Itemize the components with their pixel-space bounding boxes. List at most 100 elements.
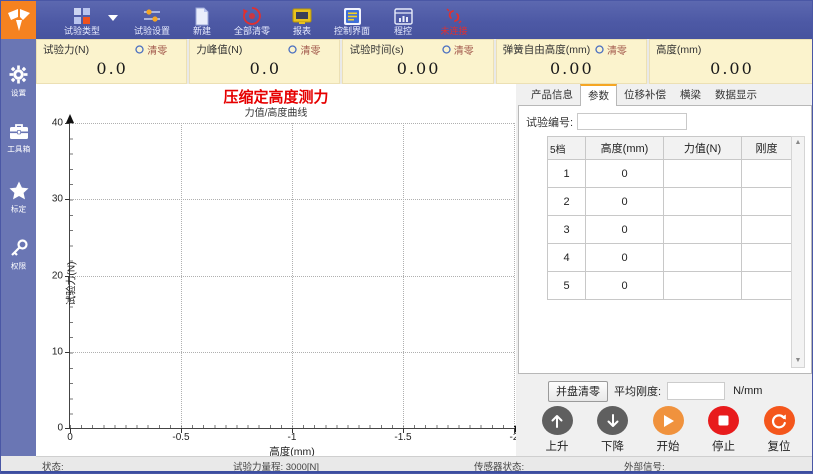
toolbar-program-control-button[interactable]: 程控 — [380, 1, 426, 39]
control-panel-icon — [343, 6, 362, 26]
start-button[interactable]: 开始 — [645, 406, 691, 454]
table-row[interactable]: 10 — [548, 160, 792, 188]
table-header-row: 5档 高度(mm) 力值(N) 刚度 — [548, 137, 792, 160]
toolbar-item-label: 新建 — [193, 26, 211, 37]
table-cell: 4 — [548, 244, 586, 272]
clear-peak-force-button[interactable]: 清零 — [288, 42, 320, 57]
dropdown-caret-icon[interactable] — [108, 15, 118, 21]
metric-label: 试验力(N) — [43, 42, 89, 57]
column-header-force: 力值(N) — [664, 137, 742, 160]
reset-button[interactable]: 复位 — [756, 406, 802, 454]
y-tick — [65, 276, 70, 277]
clear-test-time-button[interactable]: 清零 — [442, 42, 474, 57]
toolbar-test-type-button[interactable]: 试验类型 — [54, 1, 110, 39]
table-cell — [664, 216, 742, 244]
program-control-icon — [394, 6, 413, 26]
move-down-button[interactable]: 下降 — [590, 406, 636, 454]
parameters-panel: 试验编号: 5档 高度(mm) 力值(N) 刚度 1020304050 — [518, 106, 812, 374]
y-tick — [65, 352, 70, 353]
toolbar-new-button[interactable]: 新建 — [180, 1, 224, 39]
x-tick-label: -0.5 — [172, 432, 189, 443]
table-cell — [742, 244, 792, 272]
tab-product-info[interactable]: 产品信息 — [524, 85, 580, 105]
tare-plate-zero-button[interactable]: 并盘清零 — [548, 381, 608, 402]
sidebar-item-settings[interactable]: 设置 — [1, 61, 36, 119]
star-icon — [9, 181, 29, 200]
clear-circle-icon — [288, 45, 297, 54]
plot-area[interactable]: 试验力(N) 高度(mm) 0102030400-0.5-1-1.5-2 — [69, 123, 514, 429]
stop-button[interactable]: 停止 — [701, 406, 747, 454]
metric-value: 0.0 — [196, 56, 334, 82]
test-number-input[interactable] — [577, 113, 687, 130]
toolbar-item-label: 报表 — [293, 26, 311, 37]
toolbar-report-button[interactable]: 报表 — [280, 1, 324, 39]
table-cell — [664, 272, 742, 300]
clear-free-height-button[interactable]: 清零 — [595, 42, 627, 57]
tab-displacement-compensation[interactable]: 位移补偿 — [617, 85, 673, 105]
avg-stiffness-input[interactable] — [667, 382, 725, 400]
table-cell: 0 — [586, 188, 664, 216]
panel-tabs: 产品信息 参数 位移补偿 横梁 数据显示 — [518, 88, 812, 106]
control-label: 开始 — [657, 438, 680, 454]
scroll-down-icon[interactable]: ▼ — [795, 355, 802, 367]
stop-icon — [708, 406, 739, 435]
sidebar-item-label: 工具箱 — [7, 144, 30, 155]
sidebar-item-calibration[interactable]: 标定 — [1, 177, 36, 235]
tab-data-display[interactable]: 数据显示 — [708, 85, 764, 105]
x-tick-label: 0 — [67, 432, 73, 443]
data-table: 5档 高度(mm) 力值(N) 刚度 1020304050 — [547, 136, 792, 300]
table-cell — [742, 160, 792, 188]
metric-label: 高度(mm) — [656, 42, 702, 57]
table-row[interactable]: 50 — [548, 272, 792, 300]
toolbar-items: 试验类型 试验设置 — [36, 1, 482, 39]
metric-value: 0.00 — [656, 56, 808, 82]
control-label: 下降 — [601, 438, 624, 454]
chart-subtitle: 力值/高度曲线 — [36, 104, 516, 119]
data-table-body: 1020304050 — [548, 160, 792, 300]
toolbar-item-label: 控制界面 — [334, 26, 370, 37]
metric-test-force: 试验力(N) 清零 0.0 — [36, 39, 187, 84]
scroll-up-icon[interactable]: ▲ — [795, 137, 802, 149]
table-cell — [742, 216, 792, 244]
toolbar-disconnected-indicator[interactable]: 未连接 — [426, 1, 482, 39]
gridline — [514, 123, 515, 428]
tab-parameters[interactable]: 参数 — [580, 84, 617, 106]
toolbar-item-label: 全部清零 — [234, 26, 270, 37]
tab-crossbeam[interactable]: 横梁 — [673, 85, 708, 105]
sidebar-item-toolbox[interactable]: 工具箱 — [1, 119, 36, 177]
toolbar-clear-all-button[interactable]: 全部清零 — [224, 1, 280, 39]
test-settings-icon — [142, 6, 162, 26]
column-header-step: 5档 — [548, 137, 586, 160]
sidebar-item-permissions[interactable]: 权限 — [1, 235, 36, 293]
table-row[interactable]: 40 — [548, 244, 792, 272]
metric-label: 弹簧自由高度(mm) — [503, 42, 591, 57]
metric-height: 高度(mm) 0.00 — [649, 39, 813, 84]
clear-test-force-button[interactable]: 清零 — [135, 42, 167, 57]
table-cell — [664, 160, 742, 188]
toolbox-icon — [9, 123, 29, 140]
right-panel: 产品信息 参数 位移补偿 横梁 数据显示 试验编号: 5档 高度(mm) 力值(… — [516, 84, 813, 456]
table-cell: 0 — [586, 160, 664, 188]
table-scrollbar[interactable]: ▲ ▼ — [791, 136, 805, 368]
toolbar-control-panel-button[interactable]: 控制界面 — [324, 1, 380, 39]
test-number-row: 试验编号: — [526, 113, 687, 130]
y-tick — [65, 123, 70, 124]
table-cell: 3 — [548, 216, 586, 244]
clear-label: 清零 — [147, 42, 167, 57]
move-up-button[interactable]: 上升 — [534, 406, 580, 454]
table-row[interactable]: 30 — [548, 216, 792, 244]
toolbar-test-settings-button[interactable]: 试验设置 — [124, 1, 180, 39]
test-type-icon — [73, 6, 91, 26]
metric-label: 试验时间(s) — [349, 42, 403, 57]
new-document-icon — [194, 6, 210, 26]
gridline — [181, 123, 182, 428]
control-label: 停止 — [712, 438, 735, 454]
table-cell — [742, 188, 792, 216]
table-cell: 0 — [586, 216, 664, 244]
metric-peak-force: 力峰值(N) 清零 0.0 — [189, 39, 340, 84]
gear-icon — [9, 65, 28, 84]
app-logo-icon — [1, 1, 36, 39]
top-toolbar: 试验类型 试验设置 — [1, 1, 813, 39]
table-row[interactable]: 20 — [548, 188, 792, 216]
metric-value: 0.00 — [349, 56, 487, 82]
